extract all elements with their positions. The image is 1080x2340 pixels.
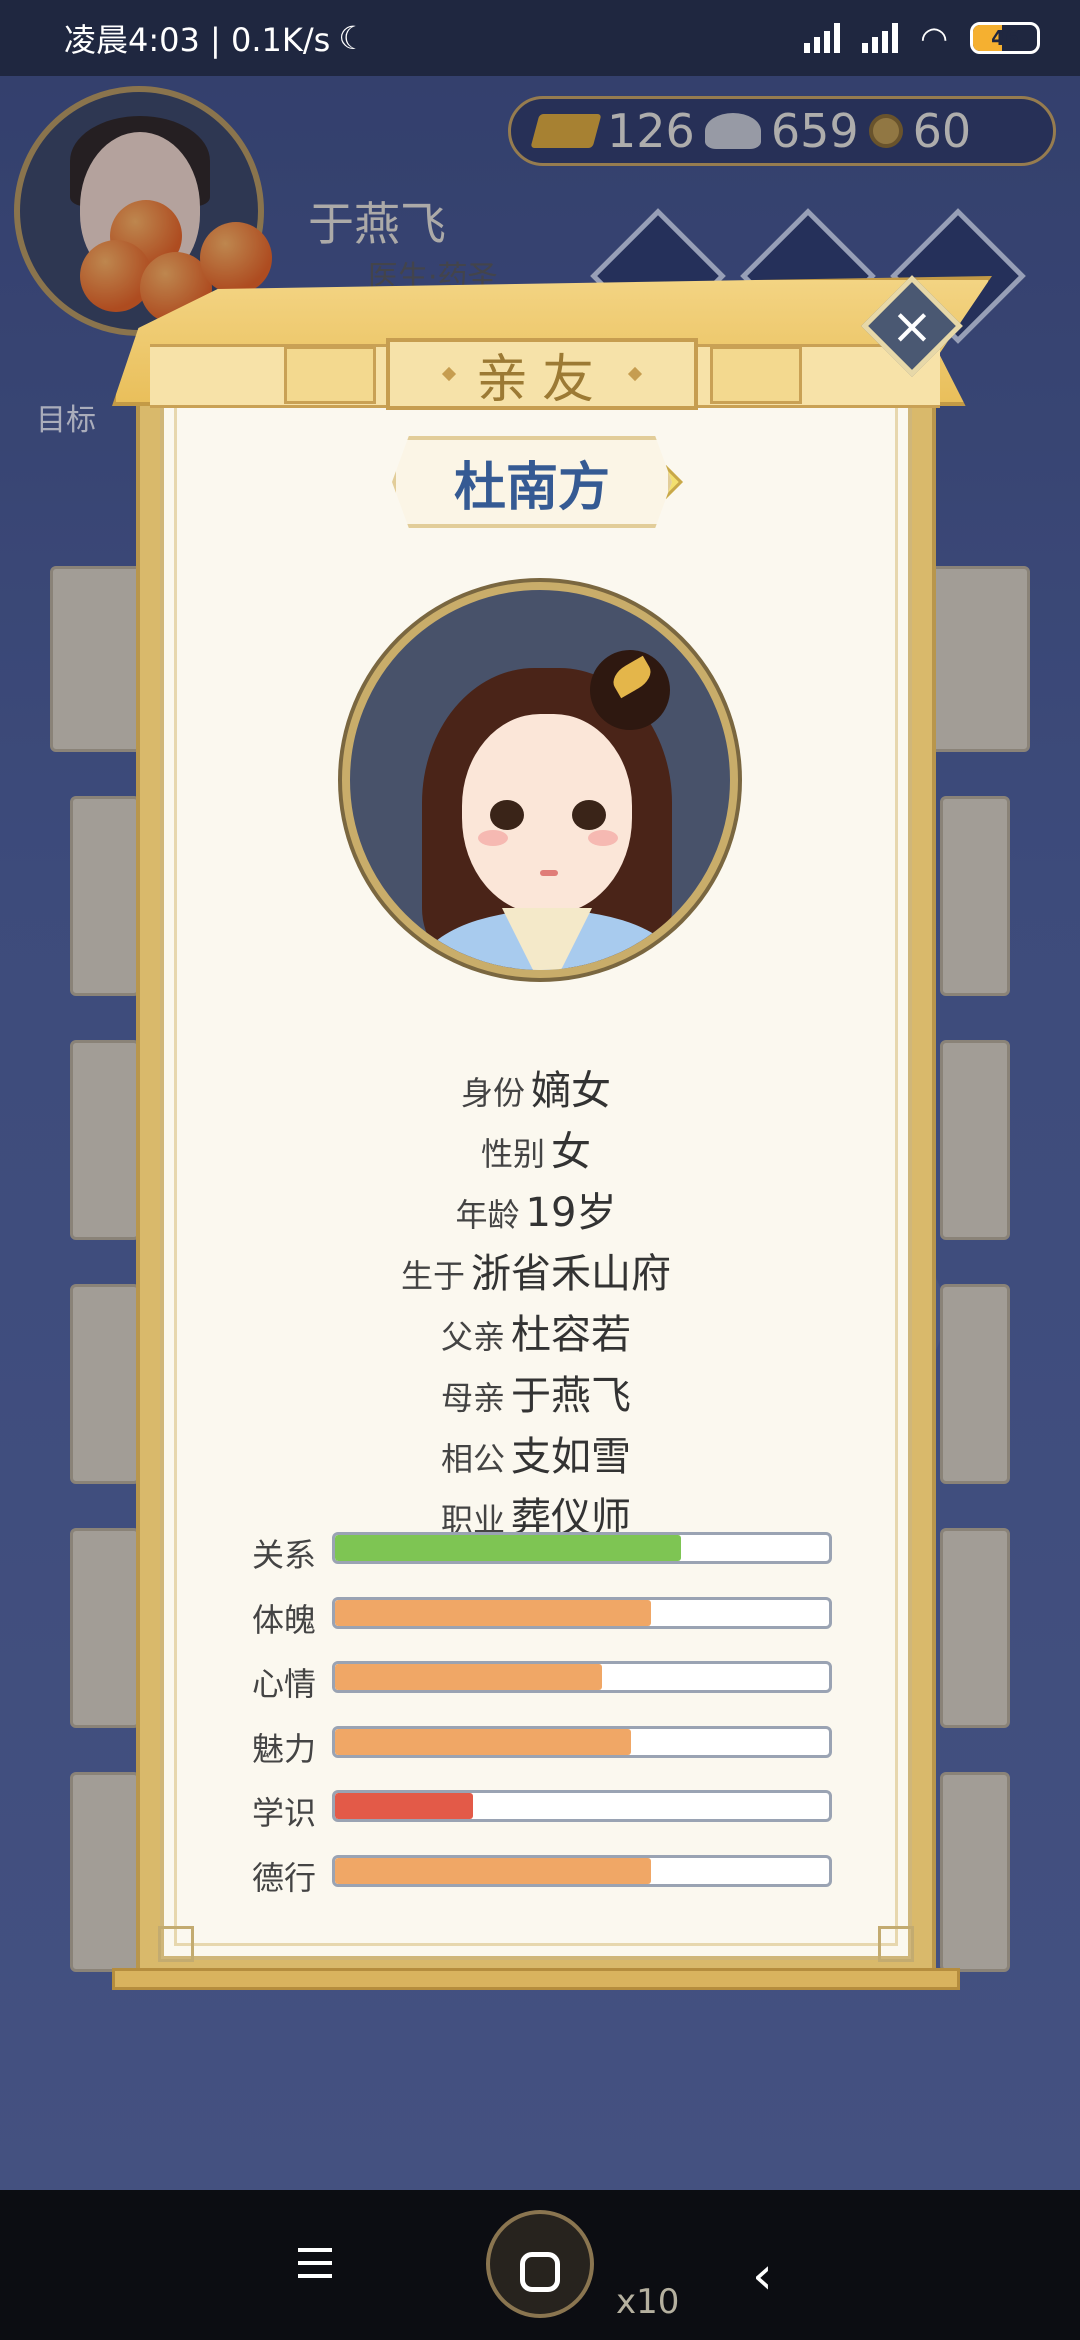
- cellular-signal-icon: [804, 23, 841, 53]
- stat-label: 关系: [252, 1536, 317, 1574]
- stat-bar: [332, 1661, 832, 1693]
- stat-bar-fill: [335, 1793, 474, 1819]
- info-label: 相公: [440, 1440, 505, 1478]
- info-value: 于燕飞: [511, 1373, 631, 1419]
- battery-level: 46: [991, 26, 1019, 50]
- stat-bar: [332, 1790, 832, 1822]
- character-portrait: [342, 582, 738, 978]
- stat-label: 魅力: [252, 1729, 317, 1768]
- info-value: 女: [551, 1129, 591, 1175]
- stat-row: 学识: [252, 1786, 852, 1832]
- dialog-title: 亲友: [475, 349, 608, 410]
- stat-bar-fill: [335, 1599, 652, 1626]
- info-value: 19岁: [525, 1190, 617, 1236]
- friend-name: 杜南方: [453, 456, 610, 518]
- info-value: 杜容若: [511, 1312, 631, 1358]
- stat-label: 德行: [252, 1858, 317, 1897]
- info-row: 性别女: [112, 1119, 960, 1177]
- back-button[interactable]: ‹: [752, 2246, 773, 2306]
- header-ornament: [710, 346, 802, 404]
- floating-count: x10: [616, 2282, 680, 2322]
- stat-row: 魅力: [252, 1722, 852, 1768]
- wifi-icon: ◠: [920, 19, 948, 57]
- info-label: 年龄: [455, 1196, 520, 1234]
- stat-bar-fill: [335, 1728, 632, 1755]
- stat-bar: [332, 1596, 832, 1629]
- info-label: 性别: [480, 1135, 545, 1173]
- close-icon[interactable]: ×: [891, 297, 933, 355]
- stat-row: 德行: [252, 1851, 852, 1897]
- info-label: 母亲: [440, 1379, 505, 1417]
- battery-icon: 46: [970, 22, 1040, 54]
- relative-dialog: 亲友 × 杜南方 身份 嫡女 性别女年龄 19岁 生于 浙省禾山府 父亲 杜容若 母亲 于燕飞 相公…: [112, 275, 992, 1990]
- info-label: 父亲: [440, 1318, 505, 1356]
- header-ornament: [284, 346, 376, 404]
- stat-label: 体魄: [252, 1600, 317, 1639]
- moon-icon: ☾: [338, 19, 368, 57]
- status-bar: 凌晨4:03 | 0.1K/s ☾ ◠ 46: [0, 0, 1080, 76]
- info-row: 父亲 杜容若: [112, 1302, 960, 1360]
- stat-label: 学识: [252, 1794, 317, 1832]
- stat-bar: [332, 1532, 832, 1564]
- stat-row: 体魄: [252, 1593, 852, 1639]
- status-time-speed: 凌晨4:03 | 0.1K/s: [64, 21, 331, 59]
- info-value: 嫡女: [531, 1068, 611, 1114]
- stat-bar: [332, 1725, 832, 1758]
- info-label: 生于: [400, 1257, 465, 1295]
- stat-label: 心情: [252, 1665, 317, 1703]
- info-row: 身份 嫡女: [112, 1058, 960, 1116]
- info-row: 生于 浙省禾山府: [112, 1241, 960, 1299]
- info-value: 浙省禾山府: [471, 1251, 671, 1297]
- stat-row: 心情: [252, 1657, 852, 1703]
- info-value: 支如雪: [511, 1434, 631, 1480]
- dialog-bottom-rail: [112, 1968, 960, 1990]
- info-label: 身份: [460, 1074, 525, 1112]
- stat-bar-fill: [335, 1857, 652, 1884]
- name-plate: 杜南方: [392, 436, 672, 528]
- stat-row: 关系: [252, 1528, 852, 1574]
- info-row: 母亲 于燕飞: [112, 1363, 960, 1421]
- info-row: 相公 支如雪: [112, 1424, 960, 1482]
- stat-bar-fill: [335, 1535, 681, 1561]
- stat-bar: [332, 1854, 832, 1887]
- dialog-title-box: 亲友: [386, 338, 698, 410]
- recent-apps-button[interactable]: [298, 2248, 332, 2287]
- cellular-signal-icon: [862, 23, 899, 53]
- info-row: 年龄 19岁: [112, 1180, 960, 1238]
- stat-bar-fill: [335, 1664, 602, 1690]
- home-button[interactable]: [520, 2252, 560, 2292]
